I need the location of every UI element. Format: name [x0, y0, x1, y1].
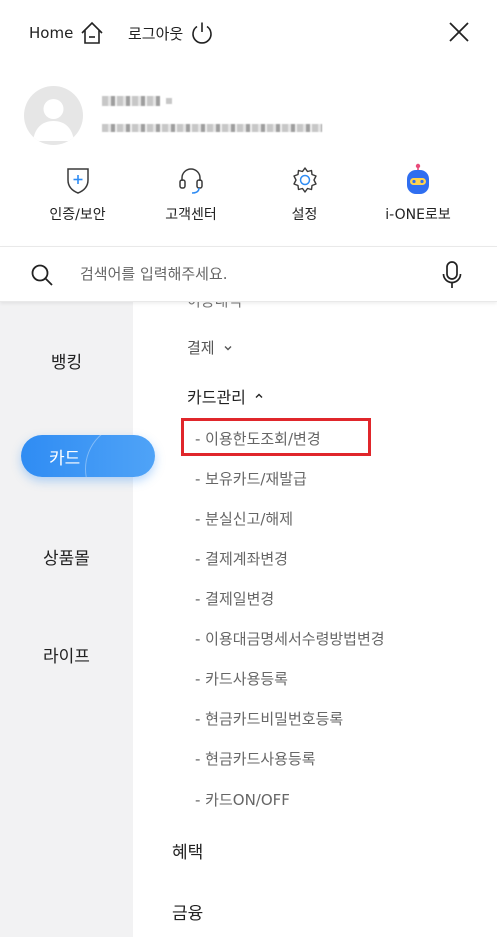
submenu-item-statement-method[interactable]: - 이용대금명세서수령방법변경: [195, 628, 385, 649]
quick-item-label: 설정: [291, 207, 318, 223]
close-icon[interactable]: [447, 20, 471, 44]
menu-category-benefits[interactable]: 혜택: [172, 838, 203, 863]
submenu-item-card-registration[interactable]: - 카드사용등록: [195, 668, 288, 689]
submenu-item-card-on-off[interactable]: - 카드ON/OFF: [195, 789, 290, 810]
search-icon[interactable]: [30, 263, 54, 287]
menu-category-finance[interactable]: 금융: [172, 899, 203, 924]
masked-user-name-suffix: [166, 98, 172, 104]
quick-item-robo[interactable]: i-ONE로보: [382, 162, 454, 232]
home-label: Home: [29, 24, 74, 42]
submenu-item-limit-inquiry[interactable]: - 이용한도조회/변경: [195, 428, 321, 449]
home-icon: [81, 21, 103, 44]
top-bar: Home 로그아웃: [0, 0, 497, 66]
group-card-management[interactable]: 카드관리: [187, 384, 265, 408]
quick-item-settings[interactable]: 설정: [227, 162, 382, 232]
submenu-item-cash-card-use[interactable]: - 현금카드사용등록: [195, 748, 316, 769]
search-input[interactable]: 검색어를 입력해주세요.: [80, 263, 228, 284]
chevron-down-icon: [224, 345, 232, 350]
masked-user-name: [102, 96, 160, 106]
quick-item-customer-center[interactable]: 고객센터: [155, 162, 227, 232]
category-nav: 뱅킹 카드 상품몰 라이프: [0, 302, 155, 937]
quick-item-security[interactable]: 인증/보안: [0, 162, 155, 232]
nav-item-banking[interactable]: 뱅킹: [0, 348, 133, 373]
quick-item-label: 인증/보안: [49, 207, 106, 223]
menu-item-usage-history[interactable]: 이용내역: [187, 302, 242, 311]
logout-label: 로그아웃: [128, 24, 184, 43]
submenu-item-payment-date[interactable]: - 결제일변경: [195, 588, 274, 609]
submenu-item-loss-report[interactable]: - 분실신고/해제: [195, 508, 293, 529]
quick-item-label: 고객센터: [165, 207, 217, 223]
submenu-item-owned-cards[interactable]: - 보유카드/재발급: [195, 468, 307, 489]
submenu-item-cash-card-pin[interactable]: - 현금카드비밀번호등록: [195, 708, 343, 729]
submenu-item-payment-account[interactable]: - 결제계좌변경: [195, 548, 288, 569]
group-payment[interactable]: 결제: [187, 337, 234, 358]
person-icon: [33, 99, 74, 141]
chevron-up-icon: [255, 393, 263, 398]
profile-section: [24, 86, 474, 146]
avatar[interactable]: [24, 86, 83, 145]
menu-content: 이용내역 결제 카드관리 - 이용한도조회/변경 - 보유카드/재발급 - 분실…: [133, 302, 497, 937]
quick-item-label: i-ONE로보: [385, 207, 451, 223]
masked-user-info: [102, 124, 322, 132]
shield-plus-icon: [66, 168, 89, 194]
microphone-icon[interactable]: [442, 260, 462, 290]
group-label: 카드관리: [187, 388, 246, 407]
headset-icon: [179, 168, 203, 194]
quick-menu: 인증/보안 고객센터 설정 i-ONE로보: [0, 162, 497, 232]
group-label: 결제: [187, 339, 215, 357]
robot-icon: [407, 163, 429, 194]
gear-icon: [292, 167, 317, 193]
nav-item-life[interactable]: 라이프: [0, 642, 133, 667]
logout-button[interactable]: 로그아웃: [128, 17, 215, 49]
nav-item-shop[interactable]: 상품몰: [0, 544, 133, 569]
home-button[interactable]: Home: [29, 17, 105, 49]
power-icon: [192, 22, 212, 44]
search-bar[interactable]: 검색어를 입력해주세요.: [0, 246, 497, 302]
